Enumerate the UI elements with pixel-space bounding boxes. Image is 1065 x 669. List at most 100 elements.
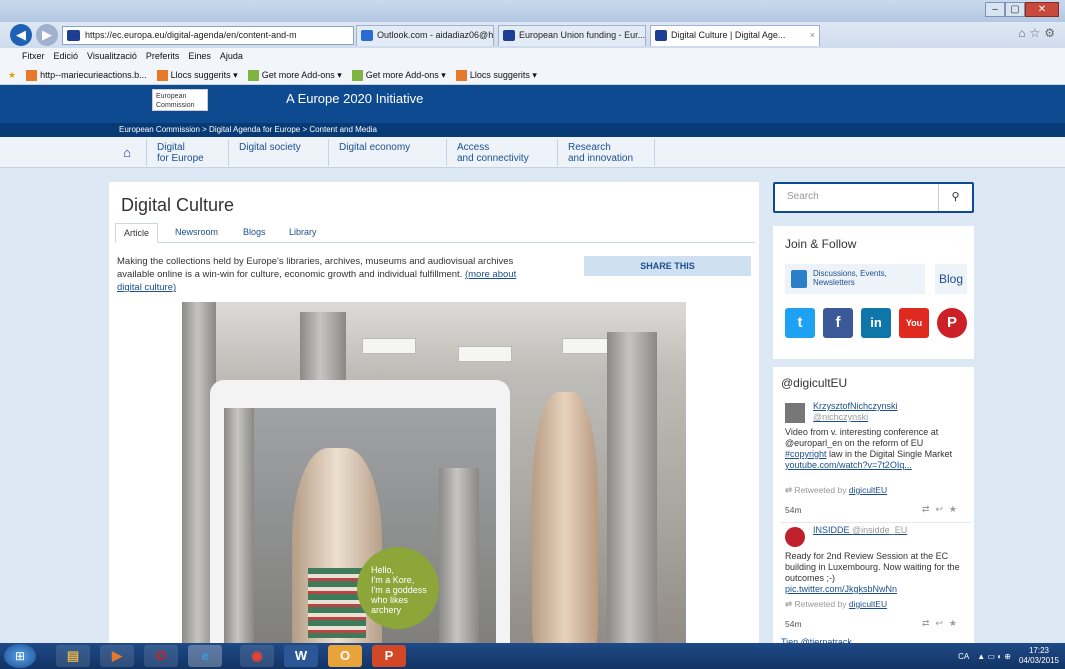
- tweet-time[interactable]: 54m: [785, 505, 802, 516]
- opera-icon[interactable]: O: [144, 645, 178, 667]
- retweeter-link[interactable]: digicultEU: [849, 485, 887, 495]
- tweet-user[interactable]: KrzysztofNichczynski @nichczynski: [813, 401, 898, 423]
- youtube-icon[interactable]: You: [899, 308, 929, 338]
- tweet-time[interactable]: 54m: [785, 619, 802, 630]
- tweet-body: law in the Digital Single Market: [829, 449, 953, 459]
- nav-digital-for-europe[interactable]: Digital for Europe: [146, 139, 228, 166]
- favorites-star-icon[interactable]: ★: [8, 65, 16, 85]
- menu-file[interactable]: Fitxer: [22, 48, 45, 65]
- retweet-info: ⇄ Retweeted by digicultEU: [785, 485, 888, 495]
- twitter-feed: @digicultEU KrzysztofNichczynski @nichczy…: [773, 367, 974, 657]
- start-button[interactable]: ⊞: [4, 644, 36, 668]
- nav-digital-economy[interactable]: Digital economy: [328, 139, 446, 166]
- bubble-line: I'm a Kore,: [371, 575, 415, 585]
- forward-arrow-icon[interactable]: ▶: [36, 24, 58, 46]
- pinterest-icon[interactable]: P: [937, 308, 967, 338]
- eu-flag-icon: [503, 30, 515, 41]
- media-player-icon[interactable]: ▶: [100, 645, 134, 667]
- favorite-item[interactable]: Llocs suggerits ▾: [156, 65, 238, 85]
- minimize-button[interactable]: –: [985, 2, 1005, 17]
- nav-label: and innovation: [568, 153, 634, 164]
- hero-image: Hello, I'm a Kore, I'm a goddess who lik…: [182, 302, 686, 652]
- nav-digital-society[interactable]: Digital society: [228, 139, 328, 166]
- favorite-item[interactable]: Get more Add-ons ▾: [247, 65, 342, 85]
- tab-article[interactable]: Article: [115, 223, 159, 243]
- column: [439, 468, 479, 652]
- outlook-icon: [361, 30, 373, 41]
- browser-titlebar: – ▢ ✕: [0, 0, 1065, 22]
- menu-bar: Fitxer Edició Visualització Preferits Ei…: [0, 48, 1065, 65]
- share-button[interactable]: SHARE THIS: [584, 256, 751, 276]
- menu-view[interactable]: Visualització: [87, 48, 137, 65]
- tab-blogs[interactable]: Blogs: [235, 223, 274, 243]
- word-icon[interactable]: W: [284, 645, 318, 667]
- linkedin-icon[interactable]: in: [861, 308, 891, 338]
- close-button[interactable]: ✕: [1025, 2, 1059, 17]
- tweet-link[interactable]: youtube.com/watch?v=7t2OIq...: [785, 460, 912, 470]
- speech-bubble: Hello, I'm a Kore, I'm a goddess who lik…: [357, 547, 439, 629]
- system-tray: CA ▲ ▭ ◐ ⊕ 17:23 04/03/2015: [958, 643, 1059, 669]
- favorite-item[interactable]: Get more Add-ons ▾: [351, 65, 446, 85]
- blog-button[interactable]: Blog: [935, 264, 967, 294]
- nav-research-innovation[interactable]: Research and innovation: [557, 139, 655, 166]
- clock-date: 04/03/2015: [1018, 656, 1059, 665]
- browser-toolbar: ◀ ▶ https://ec.europa.eu/digital-agenda/…: [0, 22, 1065, 48]
- tab-library[interactable]: Library: [281, 223, 325, 243]
- browser-tab-eu-funding[interactable]: European Union funding - Eur...: [498, 25, 646, 46]
- powerpoint-icon[interactable]: P: [372, 645, 406, 667]
- tweet-actions[interactable]: ⇄↩★: [922, 618, 963, 629]
- outlook-icon[interactable]: O: [328, 645, 362, 667]
- clock[interactable]: 17:23 04/03/2015: [1019, 646, 1059, 666]
- favorite-item[interactable]: Llocs suggerits ▾: [455, 65, 537, 85]
- maximize-button[interactable]: ▢: [1005, 2, 1025, 17]
- search-icon[interactable]: ⚲: [938, 184, 972, 211]
- hashtag-link[interactable]: #copyright: [785, 449, 827, 459]
- discussions-link[interactable]: Discussions, Events, Newsletters: [785, 264, 925, 294]
- menu-tools[interactable]: Eines: [188, 48, 211, 65]
- suggested-sites-icon: [455, 69, 467, 81]
- discussions-label: Discussions, Events, Newsletters: [813, 269, 887, 287]
- main-navigation: ⌂ Digital for Europe Digital society Digi…: [0, 137, 1065, 168]
- retweeter-link[interactable]: digicultEU: [849, 599, 887, 609]
- internet-explorer-icon[interactable]: e: [188, 645, 222, 667]
- tab-label: European Union funding - Eur...: [519, 30, 646, 40]
- tweet-user[interactable]: INSIDDE @insidde_EU: [813, 525, 907, 536]
- browser-tab-digital-culture[interactable]: Digital Culture | Digital Age... ×: [650, 25, 820, 46]
- search-placeholder: Search: [787, 191, 819, 202]
- intro-text: Making the collections held by Europe's …: [117, 256, 514, 280]
- avatar[interactable]: [785, 527, 805, 547]
- sidebar: Search ⚲ Join & Follow Discussions, Even…: [773, 182, 976, 657]
- back-arrow-icon[interactable]: ◀: [10, 24, 32, 46]
- chrome-icon[interactable]: ◉: [240, 645, 274, 667]
- nav-label: Access: [457, 142, 490, 153]
- windows-taskbar: ⊞ ▤ ▶ O e ◉ W O P CA ▲ ▭ ◐ ⊕ 17:23 04/03…: [0, 643, 1065, 669]
- favorites-bar: ★ http--mariecurieactions.b... Llocs sug…: [0, 65, 1065, 85]
- avatar[interactable]: [785, 403, 805, 423]
- tweet-actions[interactable]: ⇄↩★: [922, 504, 963, 515]
- tab-newsroom[interactable]: Newsroom: [167, 223, 226, 243]
- browser-home-star-gear-icons[interactable]: ⌂☆⚙: [1018, 26, 1059, 40]
- close-tab-icon[interactable]: ×: [810, 26, 815, 45]
- menu-help[interactable]: Ajuda: [220, 48, 243, 65]
- facebook-icon[interactable]: f: [823, 308, 853, 338]
- bubble-line: archery: [371, 605, 402, 615]
- tray-icons[interactable]: ▲ ▭ ◐ ⊕: [977, 652, 1011, 661]
- address-bar[interactable]: https://ec.europa.eu/digital-agenda/en/c…: [62, 26, 354, 45]
- suggested-sites-icon: [156, 69, 168, 81]
- ec-logo[interactable]: European Commission: [152, 89, 208, 111]
- search-input[interactable]: Search ⚲: [773, 182, 974, 213]
- home-icon[interactable]: ⌂: [108, 137, 146, 168]
- nav-label: for Europe: [157, 153, 204, 164]
- browser-tab-outlook[interactable]: Outlook.com - aidadiaz06@ho...: [356, 25, 494, 46]
- breadcrumb[interactable]: European Commission > Digital Agenda for…: [0, 123, 1065, 137]
- twitter-icon[interactable]: t: [785, 308, 815, 338]
- favorite-item[interactable]: http--mariecurieactions.b...: [26, 65, 147, 85]
- nav-access-connectivity[interactable]: Access and connectivity: [446, 139, 557, 166]
- menu-edit[interactable]: Edició: [54, 48, 79, 65]
- language-indicator[interactable]: CA: [958, 652, 969, 661]
- tweet-body: Ready for 2nd Review Session at the EC b…: [785, 551, 960, 583]
- explorer-icon[interactable]: ▤: [56, 645, 90, 667]
- menu-favorites[interactable]: Preferits: [146, 48, 180, 65]
- addons-icon: [351, 69, 363, 81]
- tweet-link[interactable]: pic.twitter.com/JkgksbNwNn: [785, 584, 897, 594]
